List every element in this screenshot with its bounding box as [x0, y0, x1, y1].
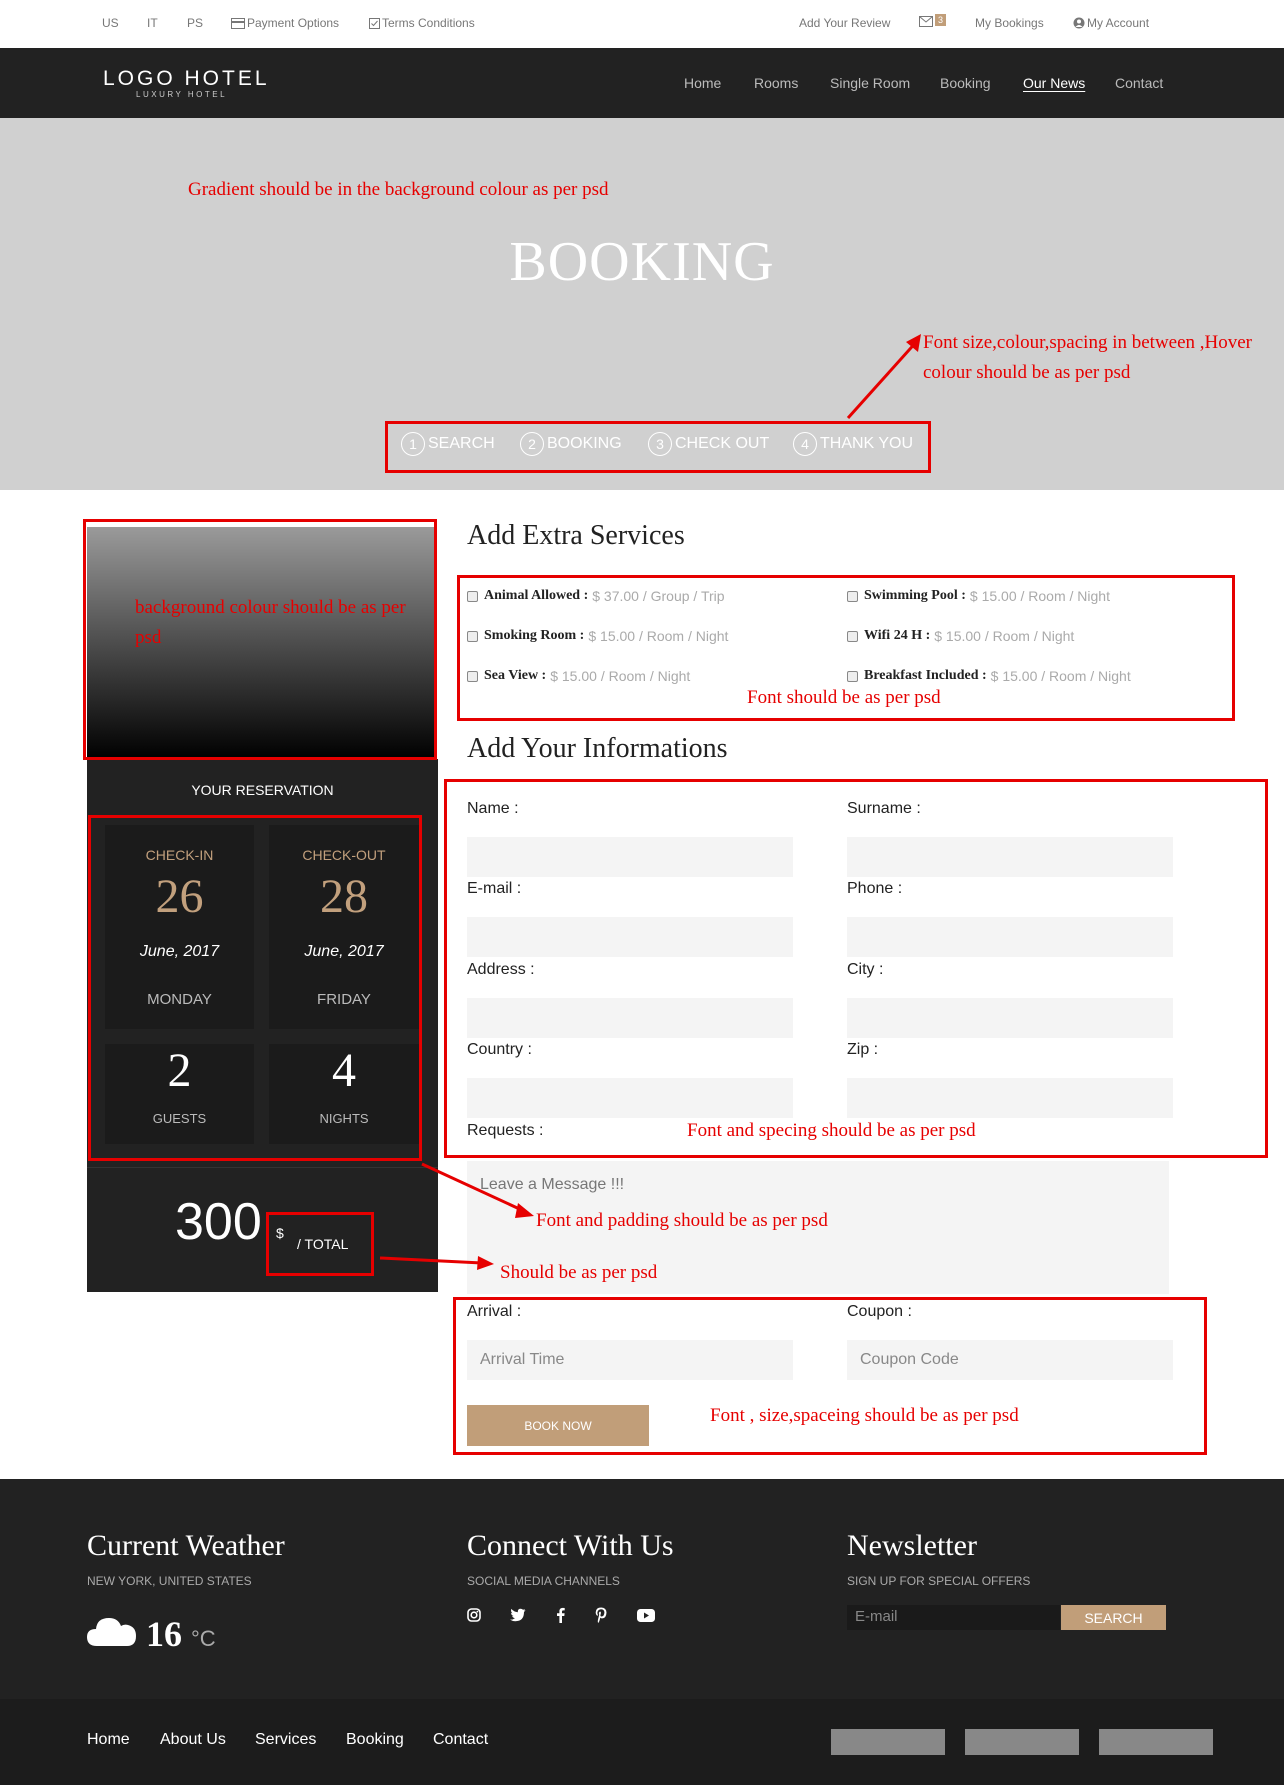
annotation-box-total [266, 1212, 374, 1276]
nav-our-news[interactable]: Our News [1023, 75, 1085, 91]
my-bookings-link[interactable]: My Bookings [975, 16, 1044, 30]
footer: Current Weather NEW YORK, UNITED STATES … [0, 1479, 1284, 1699]
top-bar: US IT PS Payment Options Terms Condition… [0, 0, 1284, 48]
add-review-link[interactable]: Add Your Review [799, 16, 890, 30]
annotation-arrow-icon [379, 1256, 494, 1270]
annotation-steps-line1: Font size,colour,spacing in between ,Hov… [923, 332, 1253, 353]
nav-single-room[interactable]: Single Room [830, 75, 910, 91]
payment-logo-placeholder [1099, 1729, 1213, 1755]
nav-rooms[interactable]: Rooms [754, 75, 798, 91]
footer-link-booking[interactable]: Booking [346, 1731, 404, 1749]
envelope-icon [919, 16, 933, 27]
annotation-arrow-icon [846, 334, 921, 420]
payment-logo-placeholder [831, 1729, 945, 1755]
annotation-steps-line2: colour should be as per psd [923, 362, 1131, 383]
reservation-title: YOUR RESERVATION [191, 782, 334, 798]
annotation-sidebar-line1: background colour should be as per [135, 597, 406, 618]
mail-count-badge: 3 [935, 14, 947, 26]
footer-bottom-bar: Home About Us Services Booking Contact [0, 1699, 1284, 1785]
logo-text[interactable]: LOGO HOTEL [103, 67, 270, 91]
nav-home[interactable]: Home [684, 75, 721, 91]
annotation-gradient: Gradient should be in the background col… [188, 179, 609, 200]
annotation-box-form [444, 779, 1268, 1158]
nav-booking[interactable]: Booking [940, 75, 991, 91]
newsletter-email-input[interactable]: E-mail [847, 1605, 1060, 1630]
logo-subtitle: LUXURY HOTEL [136, 90, 228, 99]
annotation-sidebar-line2: psd [135, 627, 162, 648]
footer-link-home[interactable]: Home [87, 1731, 130, 1749]
facebook-icon[interactable] [556, 1607, 565, 1623]
my-account-link[interactable]: My Account [1073, 16, 1149, 30]
lang-ps-link[interactable]: PS [187, 16, 203, 30]
annotation-bottom: Font , size,spaceing should be as per ps… [710, 1405, 1019, 1426]
footer-link-services[interactable]: Services [255, 1731, 316, 1749]
payment-options-label: Payment Options [247, 16, 340, 30]
payment-options-link[interactable]: Payment Options [231, 16, 339, 30]
terms-conditions-label: Terms Conditions [382, 16, 475, 30]
user-icon [1073, 17, 1085, 29]
annotation-arrow-icon [421, 1162, 534, 1218]
newsletter-title: Newsletter [847, 1529, 977, 1562]
my-account-label: My Account [1087, 16, 1150, 30]
info-title: Add Your Informations [467, 733, 728, 764]
payment-logo-placeholder [965, 1729, 1079, 1755]
twitter-icon[interactable] [510, 1608, 526, 1622]
page-title: BOOKING [509, 231, 775, 293]
services-title: Add Extra Services [467, 520, 685, 551]
temperature-unit: °C [191, 1626, 216, 1651]
annotation-box-reservation [88, 815, 422, 1161]
annotation-total: Should be as per psd [500, 1262, 658, 1283]
annotation-services: Font should be as per psd [747, 687, 941, 708]
annotation-form: Font and specing should be as per psd [687, 1120, 976, 1141]
lang-us-link[interactable]: US [102, 16, 119, 30]
youtube-icon[interactable] [637, 1609, 655, 1622]
annotation-box-steps [385, 421, 931, 473]
mail-link[interactable]: 3 [919, 14, 947, 28]
main-nav: LOGO HOTEL LUXURY HOTEL Home Rooms Singl… [0, 48, 1284, 118]
connect-subtitle: SOCIAL MEDIA CHANNELS [467, 1574, 620, 1588]
instagram-icon[interactable] [467, 1608, 481, 1622]
connect-title: Connect With Us [467, 1529, 674, 1562]
lang-it-link[interactable]: IT [147, 16, 158, 30]
temperature-value: 16 [146, 1614, 182, 1654]
pinterest-icon[interactable] [595, 1607, 607, 1623]
weather-title: Current Weather [87, 1529, 285, 1562]
cloud-icon [87, 1618, 136, 1646]
weather-location: NEW YORK, UNITED STATES [87, 1574, 252, 1588]
terms-conditions-link[interactable]: Terms Conditions [369, 16, 475, 30]
credit-card-icon [231, 18, 245, 29]
newsletter-search-button[interactable]: SEARCH [1061, 1605, 1166, 1630]
footer-link-about-us[interactable]: About Us [160, 1731, 226, 1749]
nav-contact[interactable]: Contact [1115, 75, 1163, 91]
footer-link-contact[interactable]: Contact [433, 1731, 488, 1749]
annotation-box-bottom-form [453, 1297, 1207, 1455]
checkbox-icon [369, 18, 380, 29]
divider [87, 1167, 438, 1168]
newsletter-subtitle: SIGN UP FOR SPECIAL OFFERS [847, 1574, 1031, 1588]
annotation-message: Font and padding should be as per psd [536, 1210, 828, 1231]
total-amount: 300 [175, 1193, 262, 1251]
